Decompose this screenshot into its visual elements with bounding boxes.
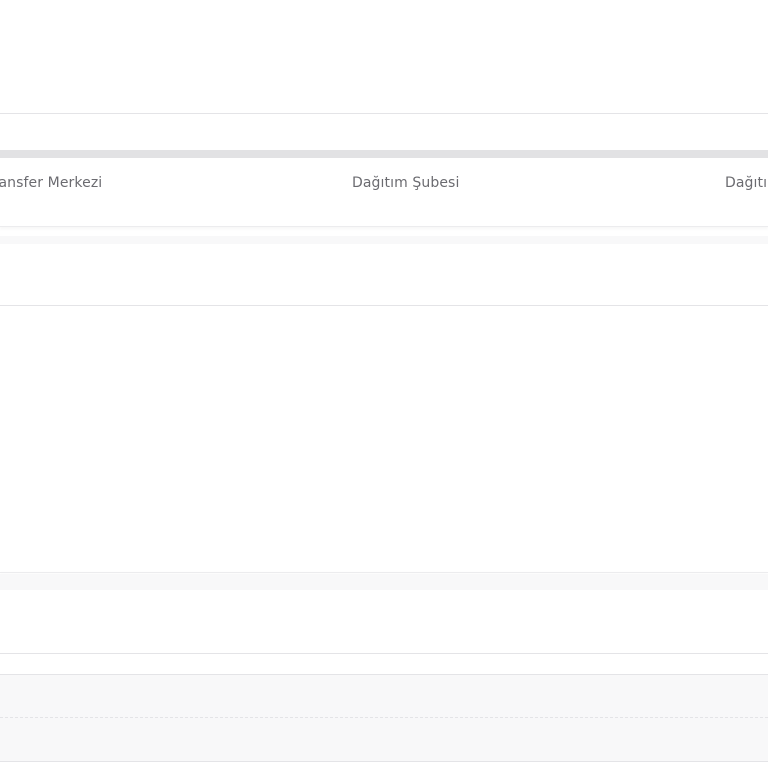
section-gap [0,236,768,244]
header-divider [0,113,768,114]
section-gap-2 [0,574,768,590]
tracking-steps-row: Transfer Merkezi Dağıtım Şubesi Dağıtım [0,158,768,227]
step-label-distribution-branch: Dağıtım Şubesi [352,175,460,191]
tracking-progress-track [0,150,768,158]
step-label-distribution: Dağıtım [725,175,768,191]
list-bottom-divider [0,761,768,762]
list-row [0,674,768,718]
list-divider [0,653,768,654]
list-row [0,718,768,761]
section-divider [0,305,768,306]
tracking-progress-fill [0,150,768,158]
page: Transfer Merkezi Dağıtım Şubesi Dağıtım [0,0,768,768]
content-panel-bottom [0,572,768,573]
step-label-transfer-center: Transfer Merkezi [0,175,103,191]
